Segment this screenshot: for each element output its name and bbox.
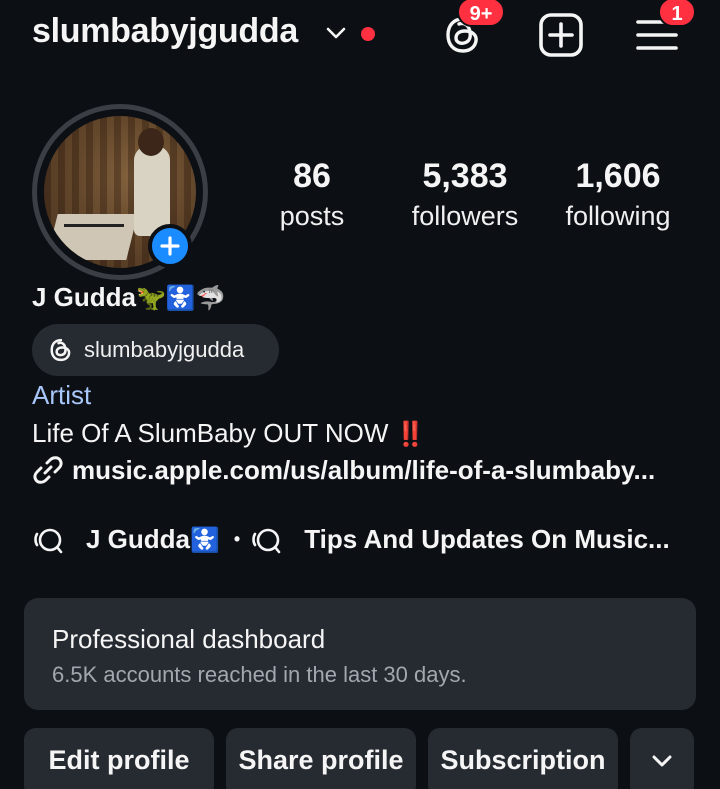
display-name-text: J Gudda (32, 282, 137, 312)
bio-text: Life Of A SlumBaby OUT NOW ‼️ (32, 418, 426, 449)
dashboard-subtitle: 6.5K accounts reached in the last 30 day… (52, 662, 467, 687)
threads-handle: slumbabyjgudda (84, 337, 245, 362)
following-label: following (565, 201, 671, 231)
display-name: J Gudda🦖🚼🦈 (32, 282, 226, 313)
bio-emoji: ‼️ (395, 421, 426, 448)
channel-icon (34, 528, 63, 553)
subscription-button[interactable]: Subscription (428, 728, 618, 789)
chevron-down-icon (652, 755, 672, 767)
posts-stat[interactable]: 86 posts (262, 154, 362, 234)
dashboard-title: Professional dashboard (52, 624, 326, 654)
channel-icon (252, 528, 281, 553)
edit-profile-button[interactable]: Edit profile (24, 728, 214, 789)
professional-dashboard-card[interactable]: Professional dashboard 6.5K accounts rea… (24, 598, 696, 710)
threads-icon (50, 338, 71, 362)
threads-notification-badge: 9+ (457, 0, 505, 27)
display-name-emojis: 🦖🚼🦈 (136, 285, 226, 312)
menu-notification-badge: 1 (658, 0, 696, 27)
bio-line: Life Of A SlumBaby OUT NOW (32, 418, 389, 448)
followers-label: followers (411, 201, 519, 231)
more-options-button[interactable] (630, 728, 694, 789)
followers-stat[interactable]: 5,383 followers (395, 154, 535, 234)
channel-emoji: 🚼 (190, 527, 220, 554)
following-stat[interactable]: 1,606 following (548, 154, 688, 234)
channel-separator: • (233, 529, 241, 549)
channel-item-tips[interactable]: Tips And Updates On Music... (304, 524, 670, 555)
create-post-button[interactable] (536, 10, 586, 60)
profile-username[interactable]: slumbabyjgudda (32, 12, 298, 51)
plus-icon (160, 236, 180, 256)
posts-count: 86 (293, 157, 331, 195)
notification-dot (361, 27, 375, 41)
broadcast-channels: J Gudda🚼 • Tips And Updates On Music... (32, 524, 692, 555)
bio-link[interactable]: music.apple.com/us/album/life-of-a-slumb… (32, 454, 692, 486)
add-story-button[interactable] (148, 224, 192, 268)
channel-name: J Gudda (86, 524, 191, 554)
threads-profile-link[interactable]: slumbabyjgudda (32, 324, 279, 376)
profile-category: Artist (32, 380, 92, 410)
add-post-icon (539, 13, 583, 57)
posts-label: posts (279, 201, 345, 231)
chevron-down-icon[interactable] (326, 26, 346, 40)
share-profile-button[interactable]: Share profile (226, 728, 416, 789)
channel-item-jgudda[interactable]: J Gudda🚼 (86, 524, 220, 555)
following-count: 1,606 (575, 157, 661, 195)
link-icon (33, 456, 63, 484)
bio-link-text[interactable]: music.apple.com/us/album/life-of-a-slumb… (72, 455, 655, 486)
followers-count: 5,383 (422, 157, 508, 195)
